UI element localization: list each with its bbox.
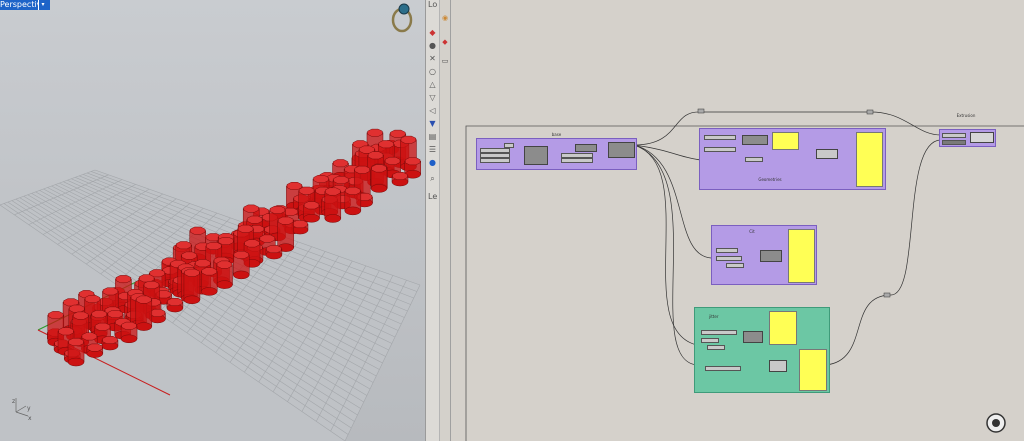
panel-output[interactable] xyxy=(856,132,883,187)
extrusion-prism xyxy=(291,220,309,235)
param-slider[interactable] xyxy=(745,157,763,162)
extrusion-prism xyxy=(303,201,320,223)
group-extrusion[interactable] xyxy=(939,129,996,147)
component-node[interactable] xyxy=(524,146,548,165)
group-label-cit: Cit xyxy=(749,229,755,234)
svg-text:z: z xyxy=(12,398,15,405)
param-slider[interactable] xyxy=(704,135,736,140)
param-slider[interactable] xyxy=(726,263,744,268)
camera-icon-2[interactable]: ◆ xyxy=(441,38,449,46)
group-label-base: base xyxy=(551,132,562,137)
color-icon[interactable]: ◉ xyxy=(441,14,449,22)
extrusion-prism xyxy=(232,250,250,280)
help-icon[interactable]: ● xyxy=(428,158,437,167)
extrusion-prism xyxy=(277,216,294,252)
extrusion-prism xyxy=(265,245,283,260)
component-node[interactable] xyxy=(970,132,994,143)
grasshopper-canvas[interactable]: base Geometries Cit jitter Extrusion xyxy=(451,0,1024,441)
group-label-geometries: Geometries xyxy=(758,177,782,182)
triangle-down-icon[interactable]: ▽ xyxy=(428,93,437,102)
menu-icon[interactable]: ☰ xyxy=(428,145,437,154)
scissor-icon[interactable]: ✕ xyxy=(428,54,437,63)
param-slider[interactable] xyxy=(704,147,736,152)
component-node[interactable] xyxy=(760,250,782,262)
extrusion-prism xyxy=(67,338,85,367)
extrusion-prism xyxy=(101,336,119,351)
sphere-icon[interactable]: ● xyxy=(428,41,437,50)
group-geometries[interactable]: Geometries xyxy=(699,128,886,190)
flag-icon[interactable]: ◁ xyxy=(428,106,437,115)
component-node[interactable] xyxy=(816,149,838,159)
viewport-scene[interactable]: z y x xyxy=(0,0,425,441)
panel-output[interactable] xyxy=(769,311,797,345)
param-slider[interactable] xyxy=(942,140,966,145)
component-node[interactable] xyxy=(575,144,597,152)
extrusion-prism xyxy=(344,186,362,216)
param-slider[interactable] xyxy=(701,330,737,335)
param-slider[interactable] xyxy=(716,248,738,253)
param-slider[interactable] xyxy=(705,366,741,371)
extrusion-prism xyxy=(166,298,184,313)
param-slider[interactable] xyxy=(701,338,719,343)
canvas-navigation-icon xyxy=(986,413,1006,433)
display-icon[interactable]: ▭ xyxy=(441,57,449,65)
rhino-viewport[interactable]: z y x Perspective ▾ xyxy=(0,0,425,441)
group-jitter[interactable]: jitter xyxy=(694,307,830,393)
panel-output[interactable] xyxy=(772,132,799,150)
extrusion-prism xyxy=(324,187,342,223)
panel-output[interactable] xyxy=(799,349,827,391)
svg-text:x: x xyxy=(28,415,32,422)
param-slider[interactable] xyxy=(561,158,593,163)
param-slider[interactable] xyxy=(716,256,742,261)
extrusion-prism xyxy=(183,268,201,305)
toolbar-bottom-label: Le xyxy=(428,192,438,201)
component-node[interactable] xyxy=(608,142,635,158)
extrusion-prism xyxy=(120,321,138,344)
extrusion-prism xyxy=(391,172,409,187)
triangle-icon[interactable]: △ xyxy=(428,80,437,89)
param-slider[interactable] xyxy=(707,345,725,350)
svg-text:y: y xyxy=(27,405,31,412)
param-slider[interactable] xyxy=(480,158,510,163)
param-slider[interactable] xyxy=(504,143,514,148)
extrusion-prism xyxy=(135,295,153,331)
list-icon[interactable]: ▤ xyxy=(428,132,437,141)
group-label-jitter: jitter xyxy=(709,314,719,319)
param-slider[interactable] xyxy=(942,133,966,138)
group-base[interactable]: base xyxy=(476,132,637,170)
circle-icon[interactable]: ○ xyxy=(428,67,437,76)
extrusion-prism xyxy=(370,164,388,193)
toolbar-label: Lo xyxy=(428,0,438,9)
panel-output[interactable] xyxy=(788,229,815,283)
component-node[interactable] xyxy=(769,360,787,372)
group-cit[interactable]: Cit xyxy=(711,225,817,285)
ring-object-icon xyxy=(391,3,413,33)
filter-icon[interactable]: ▼ xyxy=(428,119,437,128)
search-icon[interactable]: ⌕ xyxy=(428,174,437,183)
extrusion-prism xyxy=(216,260,233,289)
extrusion-prism xyxy=(200,267,218,296)
component-node[interactable] xyxy=(742,135,768,145)
component-node[interactable] xyxy=(743,331,763,343)
group-label-extrusion: Extrusion xyxy=(956,113,976,118)
extrusion-prism xyxy=(86,343,104,358)
grasshopper-side-toolbar-2 xyxy=(440,0,451,441)
viewport-menu-dropdown[interactable]: ▾ xyxy=(38,0,47,10)
camera-icon[interactable]: ◆ xyxy=(428,28,437,37)
